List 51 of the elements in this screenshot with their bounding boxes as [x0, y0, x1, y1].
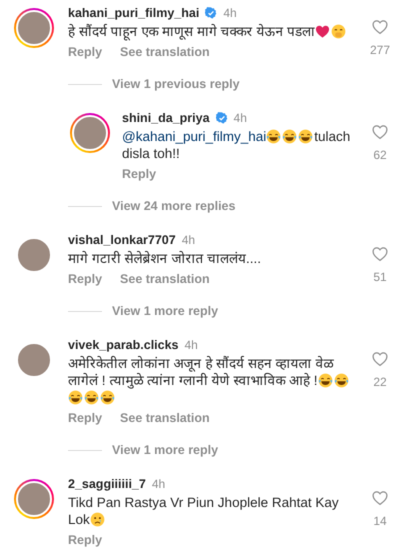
username[interactable]: vivek_parab.clicks: [68, 338, 178, 352]
laugh-emoji-icon: [68, 390, 83, 405]
heart-icon[interactable]: [371, 350, 389, 368]
heart-emoji-icon: [315, 24, 330, 39]
avatar-with-story-ring[interactable]: [70, 113, 110, 153]
heart-icon[interactable]: [371, 123, 389, 141]
like-count: 22: [373, 375, 387, 389]
heart-icon[interactable]: [371, 18, 389, 36]
avatar-with-story-ring[interactable]: [14, 479, 54, 519]
comment-text: @kahani_puri_filmy_hai tulach disla toh!!: [122, 128, 352, 162]
reply-link[interactable]: Reply: [68, 533, 102, 547]
comment-text: अमेरिकेतील लोकांना अजून हे सौंदर्य सहन व्हायला वेळ लागेलं ! त्यामुळे त्यांना ग्लानी येणे स्वाभाविक आहे !: [68, 355, 361, 406]
username[interactable]: shini_da_priya: [122, 111, 210, 125]
shy-emoji-icon: [331, 24, 346, 39]
comment-text: मागे गटारी सेलेब्रेशन जोरात चाललंय....: [68, 250, 262, 267]
translation-link[interactable]: See translation: [120, 272, 210, 286]
timestamp: 4h: [152, 477, 166, 491]
username[interactable]: vishal_lonkar7707: [68, 233, 176, 247]
username[interactable]: kahani_puri_filmy_hai: [68, 6, 200, 20]
reply-link[interactable]: Reply: [68, 45, 102, 59]
laugh-emoji-icon: [298, 129, 314, 144]
like-count: 14: [373, 514, 387, 528]
laugh-emoji-icon: [84, 390, 99, 405]
reply-link[interactable]: Reply: [68, 272, 102, 286]
view-replies-link[interactable]: View 1 more reply: [112, 304, 218, 318]
avatar-with-story-ring[interactable]: [14, 8, 54, 48]
like-count: 51: [373, 270, 387, 284]
timestamp: 4h: [223, 6, 237, 20]
comment-text: हे सौंदर्य पाहून एक माणूस मागे चक्कर येऊन पडला: [68, 23, 361, 40]
timestamp: 4h: [184, 338, 198, 352]
sad-emoji-icon: [90, 512, 105, 527]
translation-link[interactable]: See translation: [120, 45, 210, 59]
reply-link[interactable]: Reply: [122, 167, 156, 181]
reply-link[interactable]: Reply: [68, 411, 102, 425]
laugh-emoji-icon: [100, 390, 115, 405]
heart-icon[interactable]: [371, 245, 389, 263]
timestamp: 4h: [182, 233, 196, 247]
laugh-emoji-icon: [318, 373, 333, 388]
view-replies-link[interactable]: View 1 more reply: [112, 443, 218, 457]
laugh-emoji-icon: [334, 373, 349, 388]
heart-icon[interactable]: [371, 489, 389, 507]
comment-text: Tikd Pan Rastya Vr Piun Jhoplele Rahtat Kay Lok: [68, 494, 340, 528]
view-replies-link[interactable]: View 1 previous reply: [112, 77, 240, 91]
like-count: 277: [370, 43, 390, 57]
timestamp: 4h: [234, 111, 247, 125]
translation-link[interactable]: See translation: [120, 411, 210, 425]
username[interactable]: 2_saggiiiiii_7: [68, 477, 146, 491]
view-replies-link[interactable]: View 24 more replies: [112, 199, 236, 213]
laugh-emoji-icon: [282, 129, 298, 144]
like-count: 62: [373, 148, 387, 162]
laugh-emoji-icon: [266, 129, 282, 144]
